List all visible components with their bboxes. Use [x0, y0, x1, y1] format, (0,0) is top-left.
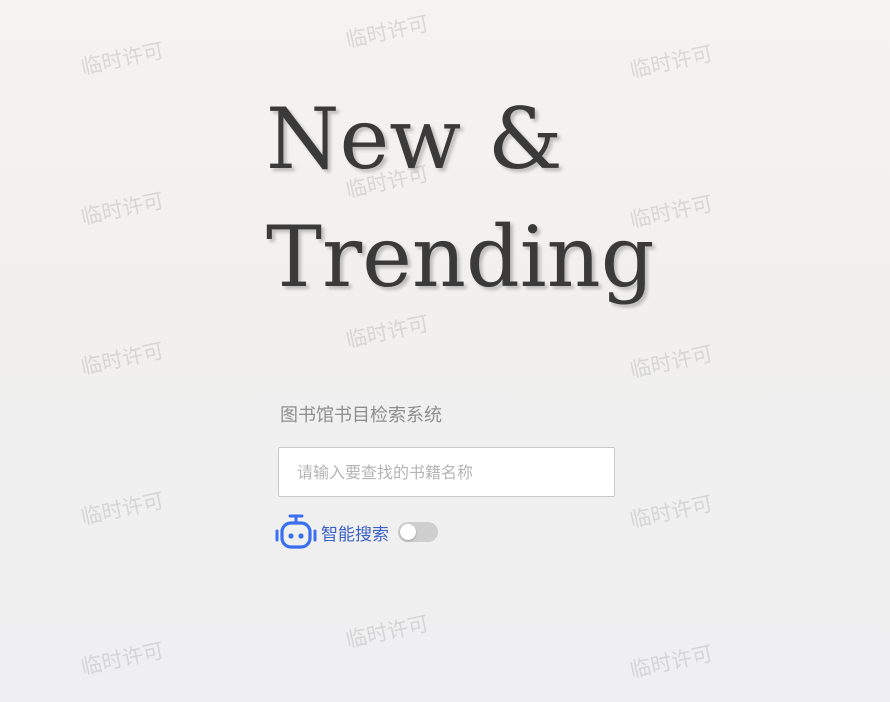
watermark-text: 临时许可 [343, 611, 431, 653]
watermark-text: 临时许可 [627, 641, 715, 683]
hero-title-line-2: Trending [266, 208, 655, 306]
watermark-text: 临时许可 [627, 341, 715, 383]
system-subtitle: 图书馆书目检索系统 [280, 405, 442, 426]
watermark-text: 临时许可 [627, 491, 715, 533]
watermark-text: 临时许可 [78, 38, 166, 80]
smart-search-toggle[interactable] [398, 522, 438, 542]
watermark-text: 临时许可 [78, 338, 166, 380]
hero-title-line-1: New & [266, 90, 563, 188]
watermark-text: 临时许可 [343, 11, 431, 53]
smart-search-label: 智能搜索 [321, 524, 389, 545]
smart-search-row: 智能搜索 [275, 514, 438, 550]
robot-icon [275, 514, 317, 550]
hero-title: New & Trending [266, 80, 655, 316]
book-search-input[interactable] [278, 447, 615, 497]
watermark-text: 临时许可 [78, 188, 166, 230]
watermark-text: 临时许可 [78, 638, 166, 680]
watermark-text: 临时许可 [627, 41, 715, 83]
watermark-text: 临时许可 [78, 488, 166, 530]
toggle-knob [400, 524, 416, 540]
